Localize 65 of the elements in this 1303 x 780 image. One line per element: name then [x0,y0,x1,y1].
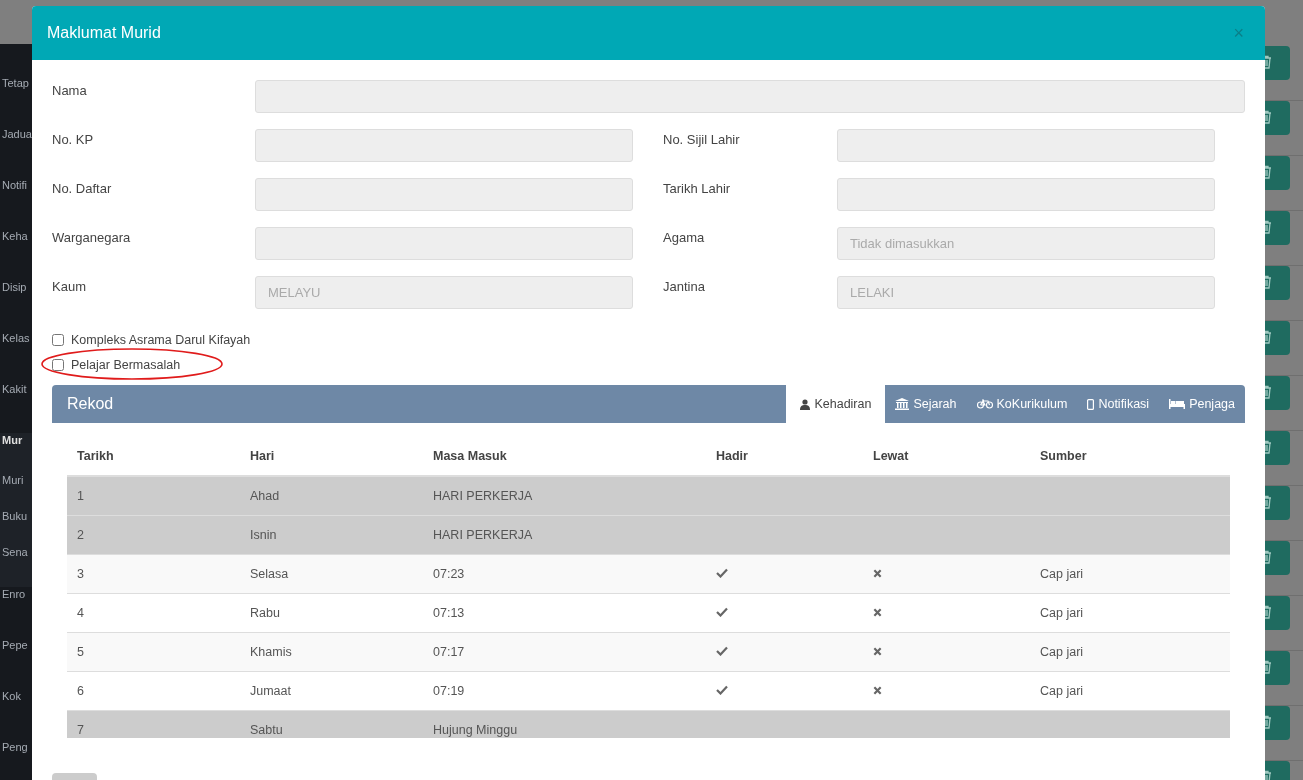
sidebar-item[interactable]: Disip [0,280,32,331]
table-cell: Jumaat [250,684,291,698]
phone-icon [1087,398,1095,410]
sidebar-item[interactable]: Kakit [0,382,32,433]
sidebar-item[interactable]: Tetap [0,76,32,127]
table-cell: 4 [77,606,84,620]
checkbox-label: Kompleks Asrama Darul Kifayah [71,332,251,347]
field-label: Jantina [662,278,706,294]
sidebar-item[interactable]: Kelas [0,331,32,382]
sidebar-subitem[interactable]: Muri [0,473,32,509]
table-cell: 07:19 [433,684,465,698]
field-label: No. KP [52,131,95,147]
table-cell: Selasa [250,567,289,581]
panel-title: Rekod [66,395,114,413]
table-cell: HARI PERKERJA [433,489,533,503]
field-label: Nama [52,82,88,98]
table-cell: Cap jari [1040,645,1084,659]
table-cell: Ahad [250,489,280,503]
table-cell: Sabtu [250,723,283,737]
tab[interactable]: Notifikasi [1077,385,1160,423]
sidebar-subitem[interactable]: Buku [0,509,32,545]
field-label: No. Daftar [52,180,113,196]
bicycle-icon [976,399,993,409]
sidebar-subitem[interactable]: Sena [0,545,32,581]
tab[interactable]: Kehadiran [786,385,886,423]
table-cell: Cap jari [1040,567,1084,581]
sidebar-item[interactable]: Keha [0,229,32,280]
table-cell: Rabu [250,606,280,620]
table-cell: Isnin [250,528,277,542]
tab[interactable]: KoKurikulum [966,385,1078,423]
field-label: Agama [662,229,706,245]
table-cell: 7 [77,723,84,737]
bank-icon [895,398,910,410]
table-cell: 2 [77,528,84,542]
sidebar-item[interactable]: Enro [0,587,32,638]
table-cell: Cap jari [1040,606,1084,620]
table-cell: 07:13 [433,606,465,620]
tab[interactable]: Sejarah [885,385,967,423]
tab[interactable]: Penjaga [1159,385,1245,423]
field-label: No. Sijil Lahir [662,131,741,147]
table-cell: 3 [77,567,84,581]
field-label: Warganegara [52,229,132,245]
field-label: Kaum [52,278,87,294]
checkbox-label: Pelajar Bermasalah [71,357,181,372]
table-cell: Khamis [250,645,292,659]
sidebar-item[interactable]: Notifi [0,178,32,229]
table-cell: 07:17 [433,645,465,659]
table-cell: 1 [77,489,84,503]
field-label: Tarikh Lahir [662,180,732,196]
table-cell: HARI PERKERJA [433,528,533,542]
sidebar-item[interactable]: Jadua [0,127,32,178]
sidebar-item[interactable]: Pepe [0,638,32,689]
bed-icon [1169,399,1186,409]
table-cell: 5 [77,645,84,659]
sidebar-item[interactable]: Mur [0,433,32,473]
table-cell: Cap jari [1040,684,1084,698]
table-cell: 6 [77,684,84,698]
user-icon [800,398,811,410]
modal-title: Maklumat Murid [47,24,161,42]
checkbox[interactable] [52,358,64,371]
sidebar-item[interactable]: Peng [0,740,32,780]
table-cell: 07:23 [433,567,465,581]
table-cell: Hujung Minggu [433,723,518,737]
checkbox[interactable] [52,333,64,346]
sidebar-item[interactable]: Kok [0,689,32,740]
